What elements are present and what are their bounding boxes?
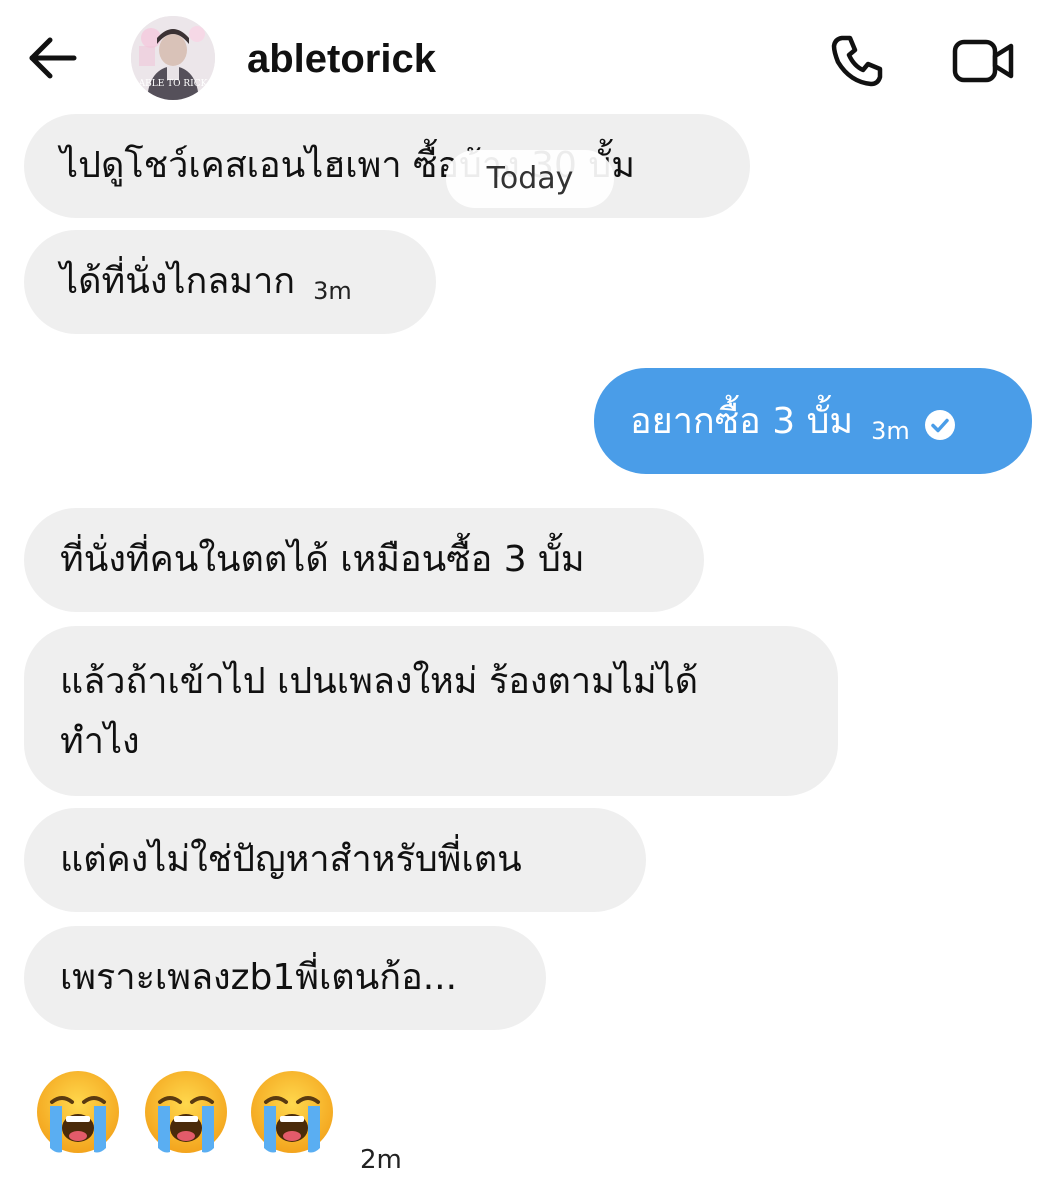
message-bubble[interactable]: เพราะเพลงzb1พี่เตนก้อ...: [24, 926, 546, 1030]
message-time: 2m: [360, 1145, 402, 1175]
message-text: ที่นั่งที่คนในตตได้ เหมือนซื้อ 3 บั้ม: [60, 539, 585, 580]
video-camera-icon: [952, 39, 1014, 83]
loudly-crying-face-icon: [251, 1071, 333, 1153]
loudly-crying-face-icon: [145, 1071, 227, 1153]
message-time: 3m: [313, 277, 352, 305]
message-bubble[interactable]: ที่นั่งที่คนในตตได้ เหมือนซื้อ 3 บั้ม: [24, 508, 704, 612]
message-bubble[interactable]: ไปดูโชว์เคสเอนไฮเพา ซื้อบ้าง 30 บั้ม: [24, 114, 750, 218]
video-call-button[interactable]: [951, 36, 1017, 86]
message-bubble[interactable]: แต่คงไม่ใช่ปัญหาสำหรับพี่เตน: [24, 808, 646, 912]
avatar-caption: ABLE TO RICK: [138, 79, 208, 89]
chat-username[interactable]: abletorick: [247, 34, 436, 84]
message-bubble[interactable]: แล้วถ้าเข้าไป เปนเพลงใหม่ ร้องตามไม่ได้ …: [24, 626, 838, 796]
message-text: แต่คงไม่ใช่ปัญหาสำหรับพี่เตน: [60, 839, 522, 880]
date-divider: Today: [446, 150, 614, 208]
back-button[interactable]: [24, 30, 80, 86]
profile-photo: ABLE TO RICK: [131, 16, 215, 100]
message-text: อยากซื้อ 3 บั้ม: [630, 401, 854, 442]
message-bubble-sent[interactable]: อยากซื้อ 3 บั้ม 3m: [594, 368, 1032, 474]
avatar[interactable]: ABLE TO RICK: [131, 16, 215, 100]
loudly-crying-face-icon: [37, 1071, 119, 1153]
message-text: ได้ที่นั่งไกลมาก: [60, 261, 296, 302]
message-bubble[interactable]: ได้ที่นั่งไกลมาก 3m: [24, 230, 436, 334]
chat-header: ABLE TO RICK abletorick: [0, 0, 1057, 112]
phone-icon: [831, 35, 883, 87]
arrow-left-icon: [29, 37, 77, 79]
seen-check-icon: [924, 410, 955, 440]
message-text-line: แล้วถ้าเข้าไป เปนเพลงใหม่ ร้องตามไม่ได้: [60, 661, 699, 702]
message-time: 3m: [871, 417, 910, 445]
voice-call-button[interactable]: [828, 32, 886, 90]
message-text: เพราะเพลงzb1พี่เตนก้อ...: [60, 957, 458, 998]
message-text-line: ทำไง: [60, 721, 140, 762]
